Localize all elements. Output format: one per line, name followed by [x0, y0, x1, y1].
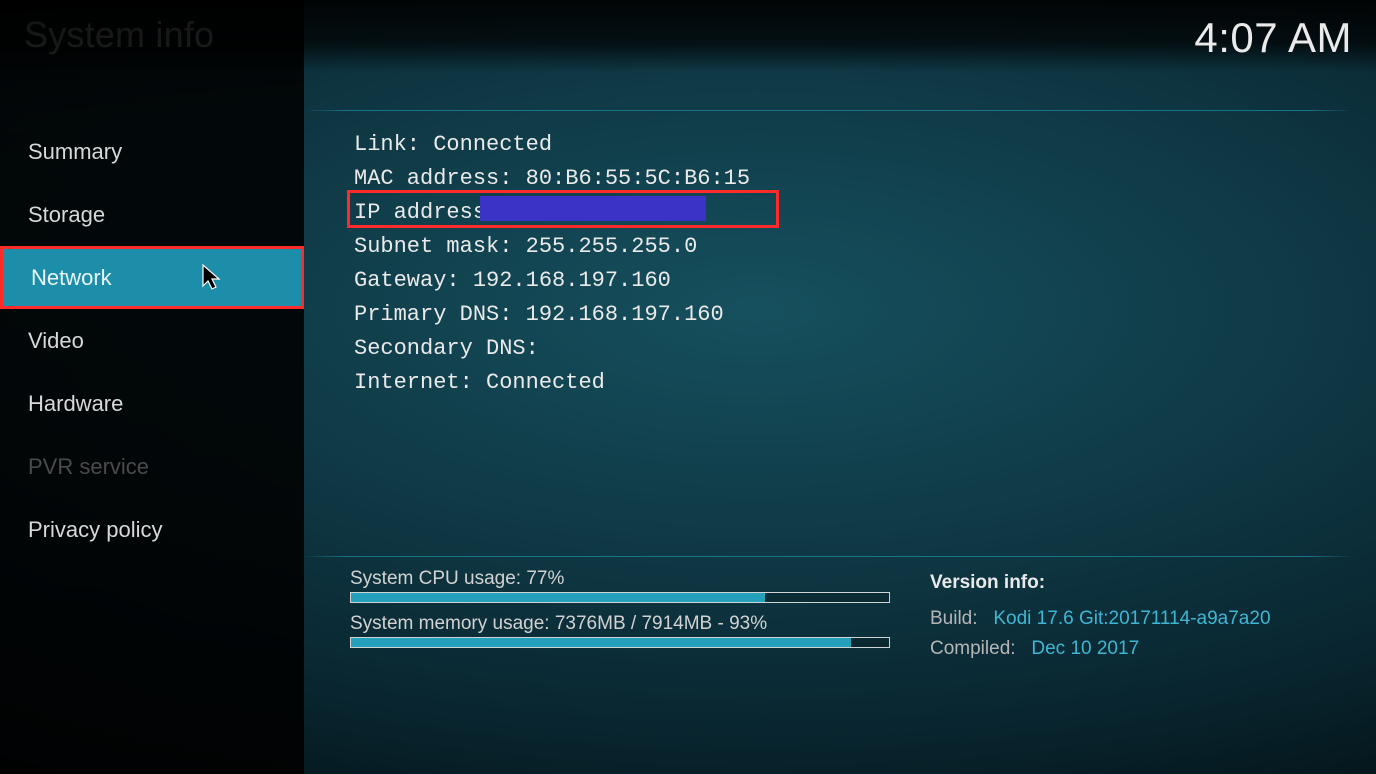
sidebar-item-label: Video — [28, 328, 84, 354]
primary-dns-label: Primary DNS: — [354, 302, 526, 327]
compiled-value: Dec 10 2017 — [1031, 638, 1139, 659]
footer: System CPU usage: 77% System memory usag… — [350, 568, 1350, 664]
memory-usage-fill — [351, 638, 851, 647]
system-stats: System CPU usage: 77% System memory usag… — [350, 568, 890, 664]
sidebar-item-privacy-policy[interactable]: Privacy policy — [0, 498, 304, 561]
sidebar-item-video[interactable]: Video — [0, 309, 304, 372]
mac-value: 80:B6:55:5C:B6:15 — [526, 166, 750, 191]
cpu-usage-label: System CPU usage: 77% — [350, 568, 890, 590]
sidebar-item-label: Privacy policy — [28, 517, 162, 543]
primary-dns-value: 192.168.197.160 — [526, 302, 724, 327]
sidebar-item-label: Hardware — [28, 391, 123, 417]
build-label: Build: — [930, 608, 978, 629]
sidebar-item-label: Summary — [28, 139, 122, 165]
divider — [304, 110, 1352, 111]
sidebar-item-storage[interactable]: Storage — [0, 183, 304, 246]
mac-label: MAC address: — [354, 166, 526, 191]
network-info: Link: Connected MAC address: 80:B6:55:5C… — [354, 128, 1346, 400]
sidebar-item-label: PVR service — [28, 454, 149, 480]
sidebar-item-hardware[interactable]: Hardware — [0, 372, 304, 435]
ip-label: IP address: — [354, 200, 512, 225]
version-info: Version info: Build: Kodi 17.6 Git:20171… — [930, 568, 1370, 664]
app-root: System info 4:07 AM Summary Storage Netw… — [0, 0, 1376, 774]
cpu-usage-fill — [351, 593, 765, 602]
subnet-value: 255.255.255.0 — [526, 234, 698, 259]
sidebar-item-network[interactable]: Network — [0, 246, 304, 309]
sidebar-item-summary[interactable]: Summary — [0, 120, 304, 183]
compiled-label: Compiled: — [930, 638, 1016, 659]
sidebar-item-label: Network — [31, 265, 112, 291]
memory-usage-label: System memory usage: 7376MB / 7914MB - 9… — [350, 613, 890, 635]
cpu-usage-bar — [350, 592, 890, 603]
link-value: Connected — [433, 132, 552, 157]
memory-usage-bar — [350, 637, 890, 648]
sidebar: Summary Storage Network Video Hardware P… — [0, 0, 304, 774]
subnet-label: Subnet mask: — [354, 234, 526, 259]
secondary-dns-label: Secondary DNS: — [354, 336, 539, 361]
gateway-value: 192.168.197.160 — [473, 268, 671, 293]
gateway-label: Gateway: — [354, 268, 473, 293]
divider — [304, 556, 1352, 557]
build-value: Kodi 17.6 Git:20171114-a9a7a20 — [993, 608, 1270, 629]
link-label: Link: — [354, 132, 433, 157]
sidebar-item-pvr-service: PVR service — [0, 435, 304, 498]
version-heading: Version info: — [930, 568, 1370, 598]
sidebar-item-label: Storage — [28, 202, 105, 228]
internet-label: Internet: — [354, 370, 486, 395]
cursor-icon — [201, 264, 223, 290]
internet-value: Connected — [486, 370, 605, 395]
